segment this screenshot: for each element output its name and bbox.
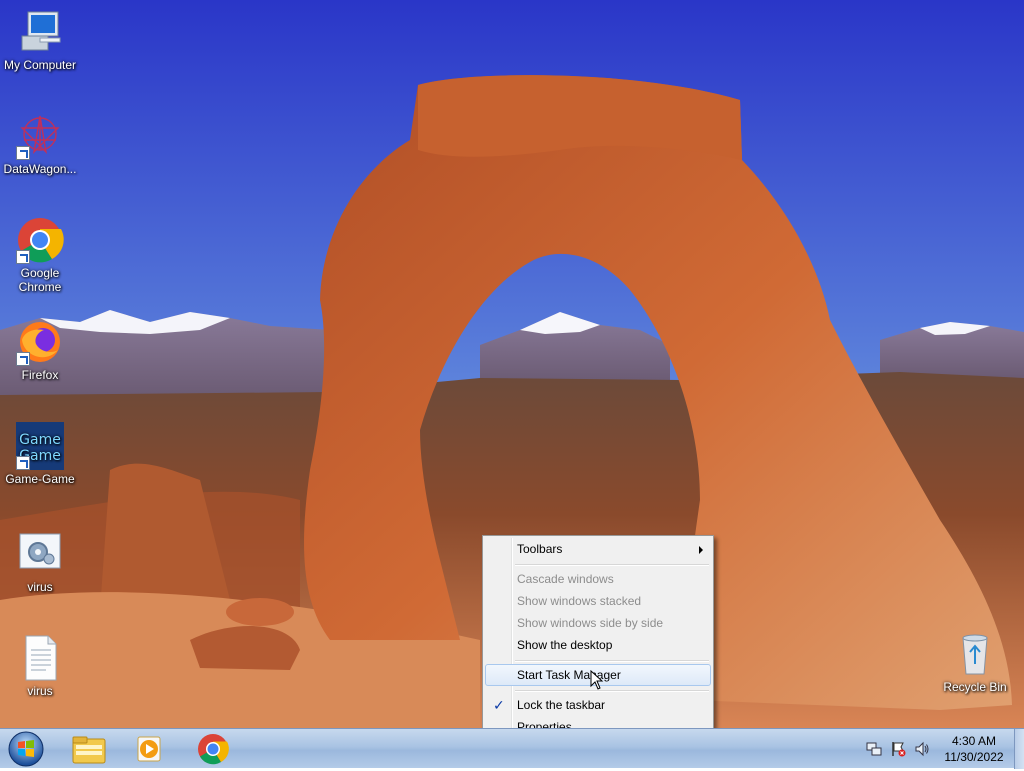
clock-time: 4:30 AM: [951, 734, 997, 748]
menu-item-show-windows-stacked: Show windows stacked: [517, 594, 642, 608]
taskbar-media-player[interactable]: [122, 731, 176, 767]
action-center-flag-icon[interactable]: [890, 741, 906, 757]
menu-item-cascade-windows: Cascade windows: [517, 572, 614, 586]
desktop-icon-firefox[interactable]: Firefox: [0, 318, 80, 382]
menu-separator: [515, 564, 709, 566]
desktop-icon-google-chrome[interactable]: Google Chrome: [0, 216, 80, 294]
checkmark-icon: ✓: [493, 697, 505, 713]
mouse-pointer-icon: [590, 670, 604, 690]
taskbar-google-chrome[interactable]: [186, 731, 240, 767]
computer-icon: [16, 8, 64, 56]
desktop-icon-game-game[interactable]: Game Game Game-Game: [0, 422, 80, 486]
text-file-icon: [16, 634, 64, 682]
chrome-icon: [16, 216, 64, 264]
taskbar[interactable]: 4:30 AM 11/30/2022: [0, 728, 1024, 769]
show-desktop-button[interactable]: [1014, 729, 1024, 769]
windows-orb-icon: [8, 731, 44, 767]
settings-file-icon: [16, 530, 64, 578]
windows-explorer-icon: [72, 736, 106, 764]
desktop-icon-my-computer[interactable]: My Computer: [0, 8, 80, 72]
media-player-icon: [137, 736, 161, 762]
shortcut-arrow-icon: [16, 352, 30, 366]
shortcut-arrow-icon: [16, 456, 30, 470]
volume-icon[interactable]: [914, 741, 930, 757]
chrome-icon: [198, 734, 229, 765]
firefox-icon: [16, 318, 64, 366]
network-icon[interactable]: [866, 741, 882, 757]
menu-item-show-the-desktop[interactable]: Show the desktop: [485, 634, 711, 656]
desktop-icon-virus-2[interactable]: virus: [0, 634, 80, 698]
desktop-icon-datawagon[interactable]: DataWagon...: [0, 112, 80, 176]
start-button[interactable]: [4, 730, 48, 768]
recycle-bin-icon: [951, 630, 999, 678]
taskbar-windows-explorer[interactable]: [62, 731, 116, 767]
game-game-icon: Game Game: [16, 422, 64, 470]
menu-separator: [515, 660, 709, 662]
shortcut-arrow-icon: [16, 146, 30, 160]
datawagon-icon: [16, 112, 64, 160]
desktop-icon-recycle-bin[interactable]: Recycle Bin: [935, 630, 1015, 694]
menu-item-show-windows-side-by-side: Show windows side by side: [517, 616, 664, 630]
game-game-logo-text-top: Game: [19, 432, 61, 448]
menu-item-toolbars[interactable]: Toolbars: [485, 538, 711, 560]
menu-separator: [515, 690, 709, 692]
taskbar-context-menu: Toolbars Cascade windows Show windows st…: [482, 535, 714, 741]
menu-item-lock-the-taskbar[interactable]: ✓ Lock the taskbar: [485, 694, 711, 716]
submenu-arrow-icon: [699, 546, 703, 554]
clock-date: 11/30/2022: [944, 750, 1004, 764]
system-clock[interactable]: 4:30 AM 11/30/2022: [938, 733, 1010, 765]
desktop-icon-virus-1[interactable]: virus: [0, 530, 80, 594]
shortcut-arrow-icon: [16, 250, 30, 264]
